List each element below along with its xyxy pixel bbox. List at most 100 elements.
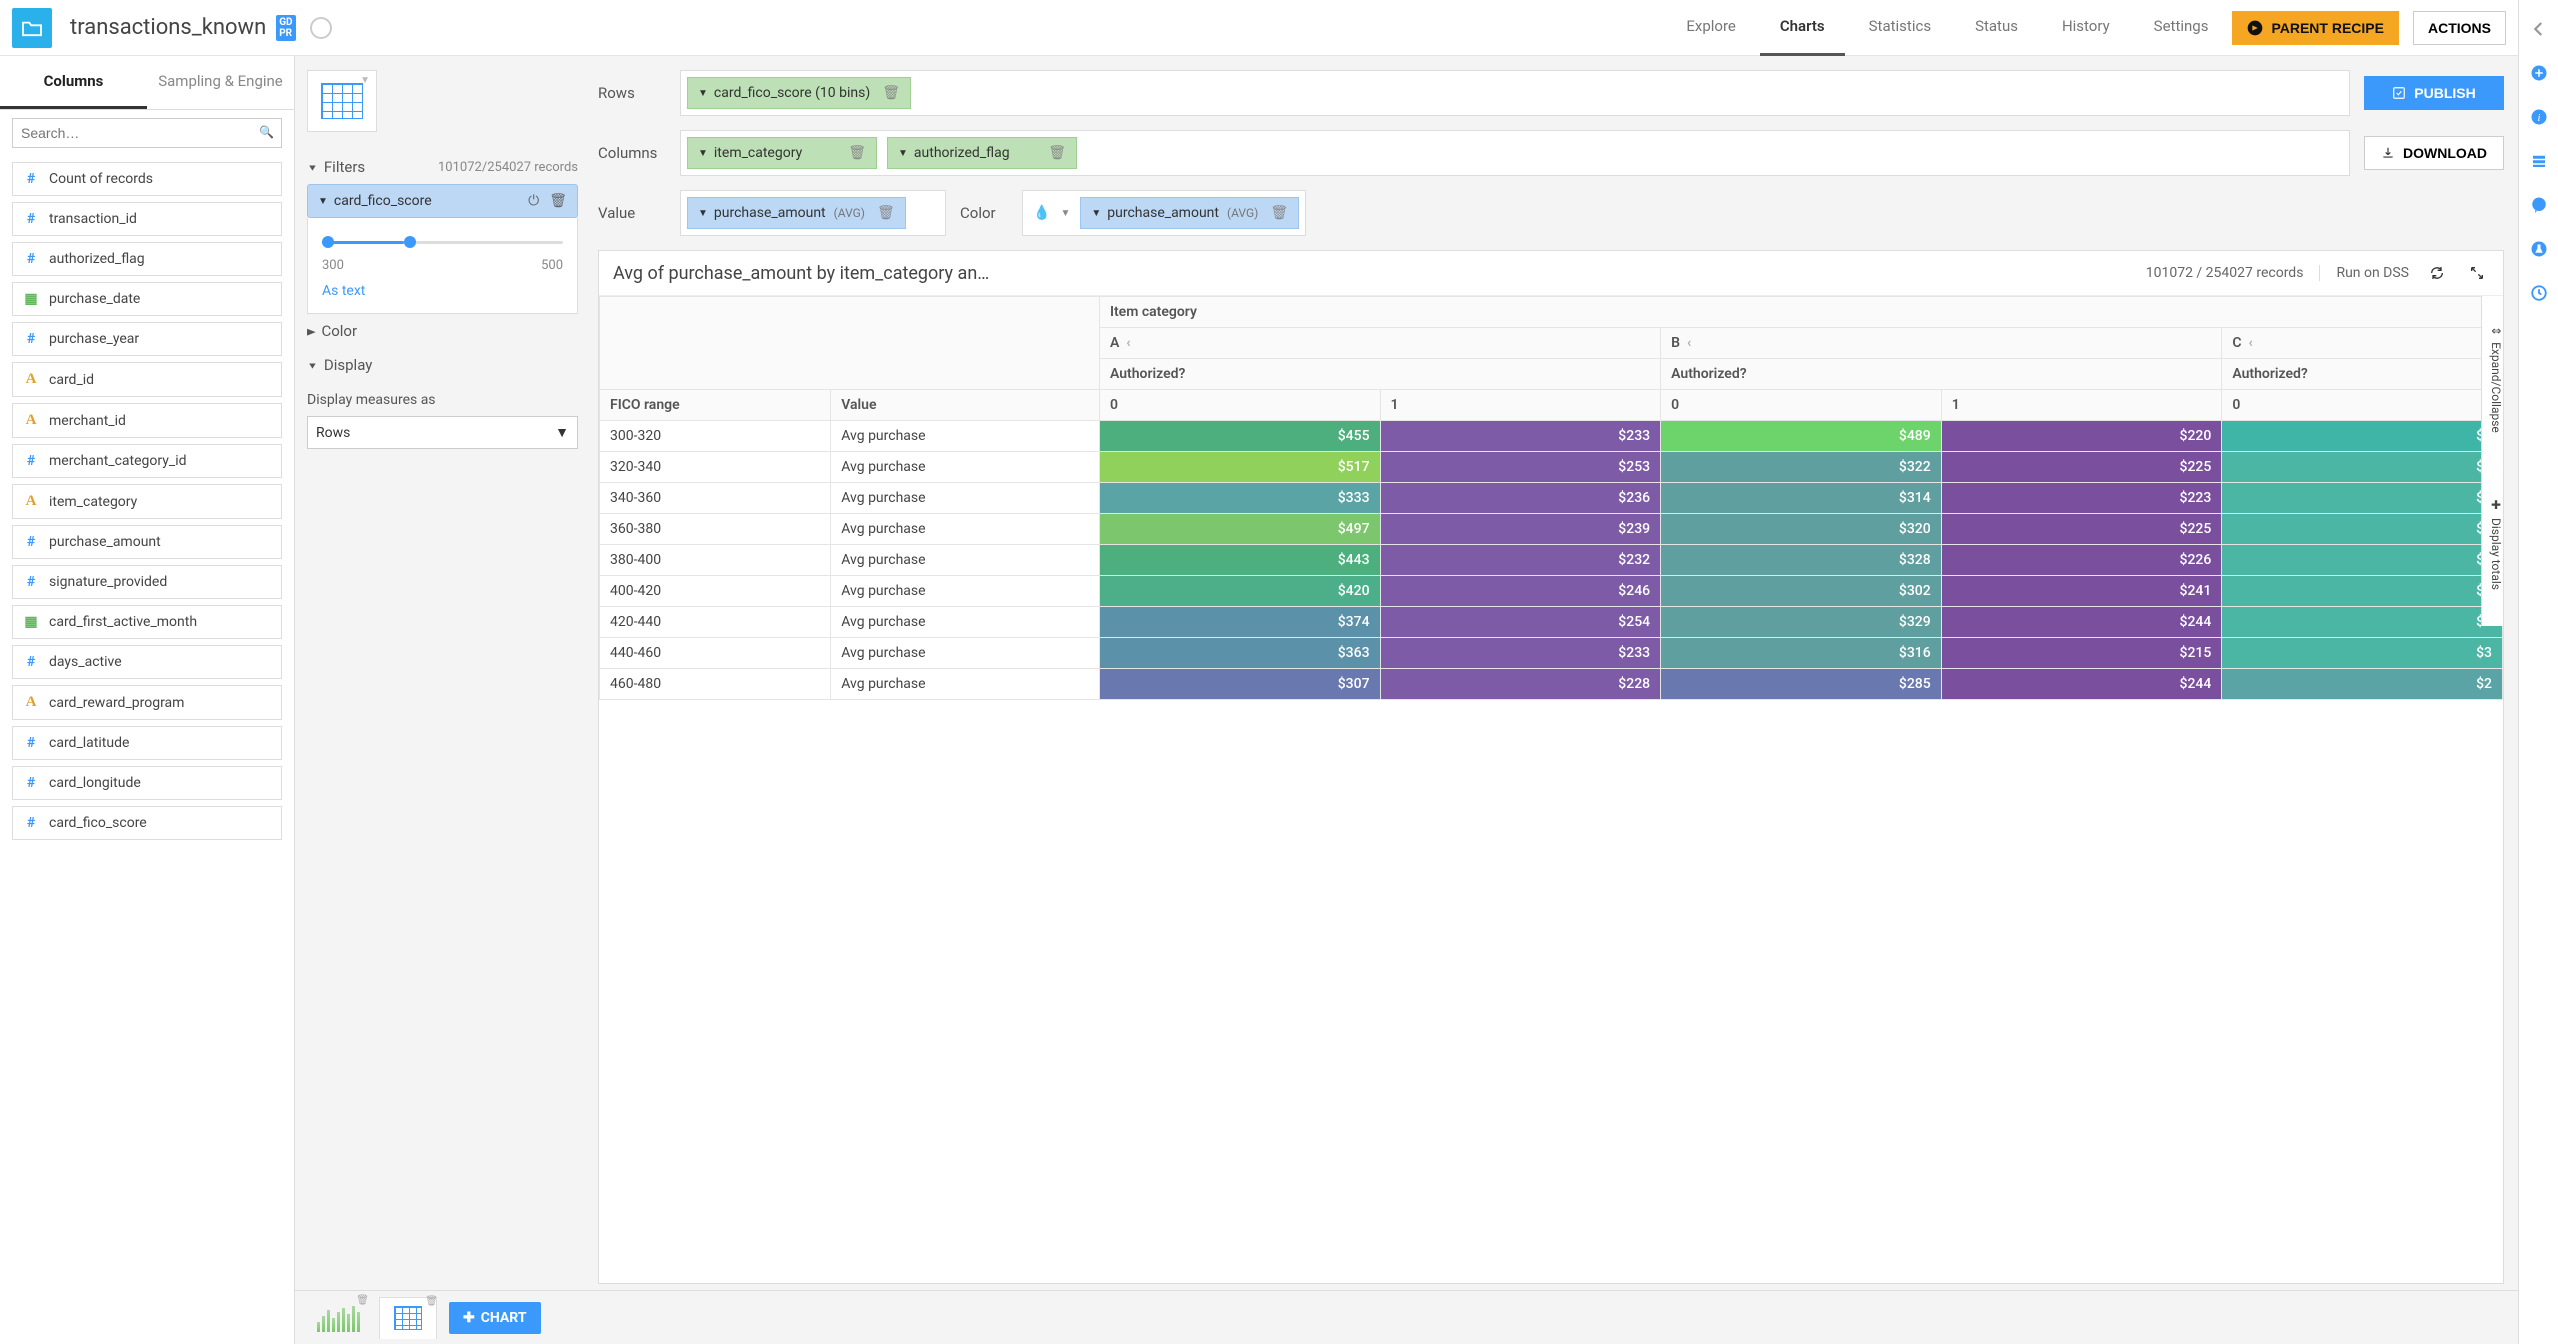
nav-explore[interactable]: Explore xyxy=(1666,0,1756,56)
chart-engine[interactable]: Run on DSS xyxy=(2319,265,2409,281)
columns-dropzone[interactable]: ▼item_category🗑 ▼authorized_flag🗑 xyxy=(680,130,2350,176)
actions-button[interactable]: ACTIONS xyxy=(2413,11,2506,45)
top-nav: Explore Charts Statistics Status History… xyxy=(1666,0,2506,56)
data-cell: $4 xyxy=(2222,483,2503,514)
column-item[interactable]: Amerchant_id xyxy=(12,403,282,438)
info-icon[interactable]: i xyxy=(2530,108,2548,126)
column-name: purchase_amount xyxy=(49,534,161,550)
tab-columns[interactable]: Columns xyxy=(0,56,147,109)
chart-tab-2[interactable]: 🗑 xyxy=(379,1297,437,1339)
dataset-icon[interactable] xyxy=(12,8,52,48)
fico-range: 340-360 xyxy=(600,483,831,514)
nav-statistics[interactable]: Statistics xyxy=(1849,0,1951,56)
data-cell: $328 xyxy=(1661,545,1942,576)
comment-icon[interactable] xyxy=(2530,196,2548,214)
layers-icon[interactable] xyxy=(2530,152,2548,170)
chip-col-auth[interactable]: ▼authorized_flag🗑 xyxy=(887,137,1077,169)
column-item[interactable]: #purchase_amount xyxy=(12,525,282,559)
column-item[interactable]: ▦purchase_date xyxy=(12,282,282,316)
category-header[interactable]: B ‹ xyxy=(1661,328,2222,359)
trash-icon[interactable]: 🗑 xyxy=(549,193,567,209)
column-item[interactable]: #days_active xyxy=(12,645,282,679)
parent-recipe-button[interactable]: PARENT RECIPE xyxy=(2232,11,2399,45)
nav-charts[interactable]: Charts xyxy=(1760,0,1845,56)
chevron-left-icon: ‹ xyxy=(1687,335,1691,351)
data-cell: $4 xyxy=(2222,545,2503,576)
nav-history[interactable]: History xyxy=(2042,0,2130,56)
display-totals-tab[interactable]: ✚Display totals xyxy=(2481,456,2503,626)
chip-color[interactable]: ▼purchase_amount(AVG)🗑 xyxy=(1080,197,1299,229)
publish-button[interactable]: PUBLISH xyxy=(2364,76,2504,110)
filter-chip-fico[interactable]: ▼ card_fico_score ⏻ 🗑 xyxy=(307,184,578,218)
column-item[interactable]: #merchant_category_id xyxy=(12,444,282,478)
category-header[interactable]: A ‹ xyxy=(1099,328,1660,359)
as-text-link[interactable]: As text xyxy=(322,283,563,299)
parent-recipe-label: PARENT RECIPE xyxy=(2271,20,2384,36)
num-type-icon: # xyxy=(23,211,39,227)
chart-tab-1[interactable]: 🗑 xyxy=(309,1297,367,1339)
power-icon[interactable]: ⏻ xyxy=(528,193,539,209)
range-slider[interactable] xyxy=(322,232,563,252)
column-item[interactable]: #Count of records xyxy=(12,162,282,196)
num-type-icon: # xyxy=(23,735,39,751)
data-cell: $225 xyxy=(1941,452,2222,483)
value-label: Value xyxy=(598,204,666,222)
value-dropzone[interactable]: ▼purchase_amount(AVG)🗑 xyxy=(680,190,946,236)
trash-icon[interactable]: 🗑 xyxy=(877,205,895,221)
chip-rows-fico[interactable]: ▼card_fico_score (10 bins)🗑 xyxy=(687,77,911,109)
nav-status[interactable]: Status xyxy=(1955,0,2038,56)
column-item[interactable]: #card_fico_score xyxy=(12,806,282,840)
tab-sampling[interactable]: Sampling & Engine xyxy=(147,56,294,109)
color-dropzone[interactable]: 💧 ▼ ▼purchase_amount(AVG)🗑 xyxy=(1022,190,1306,236)
rows-dropzone[interactable]: ▼card_fico_score (10 bins)🗑 xyxy=(680,70,2350,116)
trash-icon[interactable]: 🗑 xyxy=(425,1296,438,1307)
column-item[interactable]: ▦card_first_active_month xyxy=(12,605,282,639)
filters-section-header[interactable]: ▼ Filters 101072/254027 records xyxy=(307,150,578,184)
column-item[interactable]: Acard_id xyxy=(12,362,282,397)
clock-icon[interactable] xyxy=(2530,284,2548,302)
column-name: merchant_category_id xyxy=(49,453,187,469)
back-arrow-icon[interactable] xyxy=(2530,20,2548,38)
category-header[interactable]: C ‹ xyxy=(2222,328,2503,359)
nav-settings[interactable]: Settings xyxy=(2134,0,2229,56)
compass-icon[interactable] xyxy=(310,17,332,39)
chart-area: Rows ▼card_fico_score (10 bins)🗑 PUBLISH… xyxy=(590,56,2518,1344)
gdpr-badge[interactable]: GD PR xyxy=(276,15,295,41)
data-cell: $302 xyxy=(1661,576,1942,607)
column-item[interactable]: #transaction_id xyxy=(12,202,282,236)
refresh-icon[interactable] xyxy=(2425,261,2449,285)
column-item[interactable]: #card_longitude xyxy=(12,766,282,800)
lab-icon[interactable] xyxy=(2530,240,2548,258)
fico-range: 320-340 xyxy=(600,452,831,483)
trash-icon[interactable]: 🗑 xyxy=(1270,205,1288,221)
chart-type-selector[interactable]: ▼ xyxy=(307,70,377,132)
column-item[interactable]: #authorized_flag xyxy=(12,242,282,276)
expand-collapse-tab[interactable]: ⇕Expand/Collapse xyxy=(2481,296,2503,456)
trash-icon[interactable]: 🗑 xyxy=(848,145,866,161)
trash-icon[interactable]: 🗑 xyxy=(882,85,900,101)
search-icon: 🔍 xyxy=(259,125,274,139)
trash-icon[interactable]: 🗑 xyxy=(356,1295,369,1306)
display-measures-select[interactable]: Rows▼ xyxy=(307,416,578,449)
color-section-header[interactable]: ▶Color xyxy=(307,314,578,348)
add-chart-button[interactable]: ✚CHART xyxy=(449,1302,541,1334)
search-input[interactable] xyxy=(12,118,282,148)
caret-down-icon: ▼ xyxy=(555,424,569,441)
column-item[interactable]: Aitem_category xyxy=(12,484,282,519)
chip-col-item[interactable]: ▼item_category🗑 xyxy=(687,137,877,169)
download-button[interactable]: DOWNLOAD xyxy=(2364,136,2504,170)
text-type-icon: A xyxy=(23,371,39,388)
display-section-header[interactable]: ▼Display xyxy=(307,348,578,382)
chip-value[interactable]: ▼purchase_amount(AVG)🗑 xyxy=(687,197,906,229)
add-circle-icon[interactable] xyxy=(2530,64,2548,82)
column-item[interactable]: #purchase_year xyxy=(12,322,282,356)
column-item[interactable]: Acard_reward_program xyxy=(12,685,282,720)
column-name: merchant_id xyxy=(49,413,126,429)
expand-icon[interactable] xyxy=(2465,261,2489,285)
trash-icon[interactable]: 🗑 xyxy=(1048,145,1066,161)
data-cell: $443 xyxy=(1099,545,1380,576)
chevron-left-icon: ‹ xyxy=(1126,335,1130,351)
column-item[interactable]: #card_latitude xyxy=(12,726,282,760)
column-item[interactable]: #signature_provided xyxy=(12,565,282,599)
display-measures-label: Display measures as xyxy=(307,392,578,408)
